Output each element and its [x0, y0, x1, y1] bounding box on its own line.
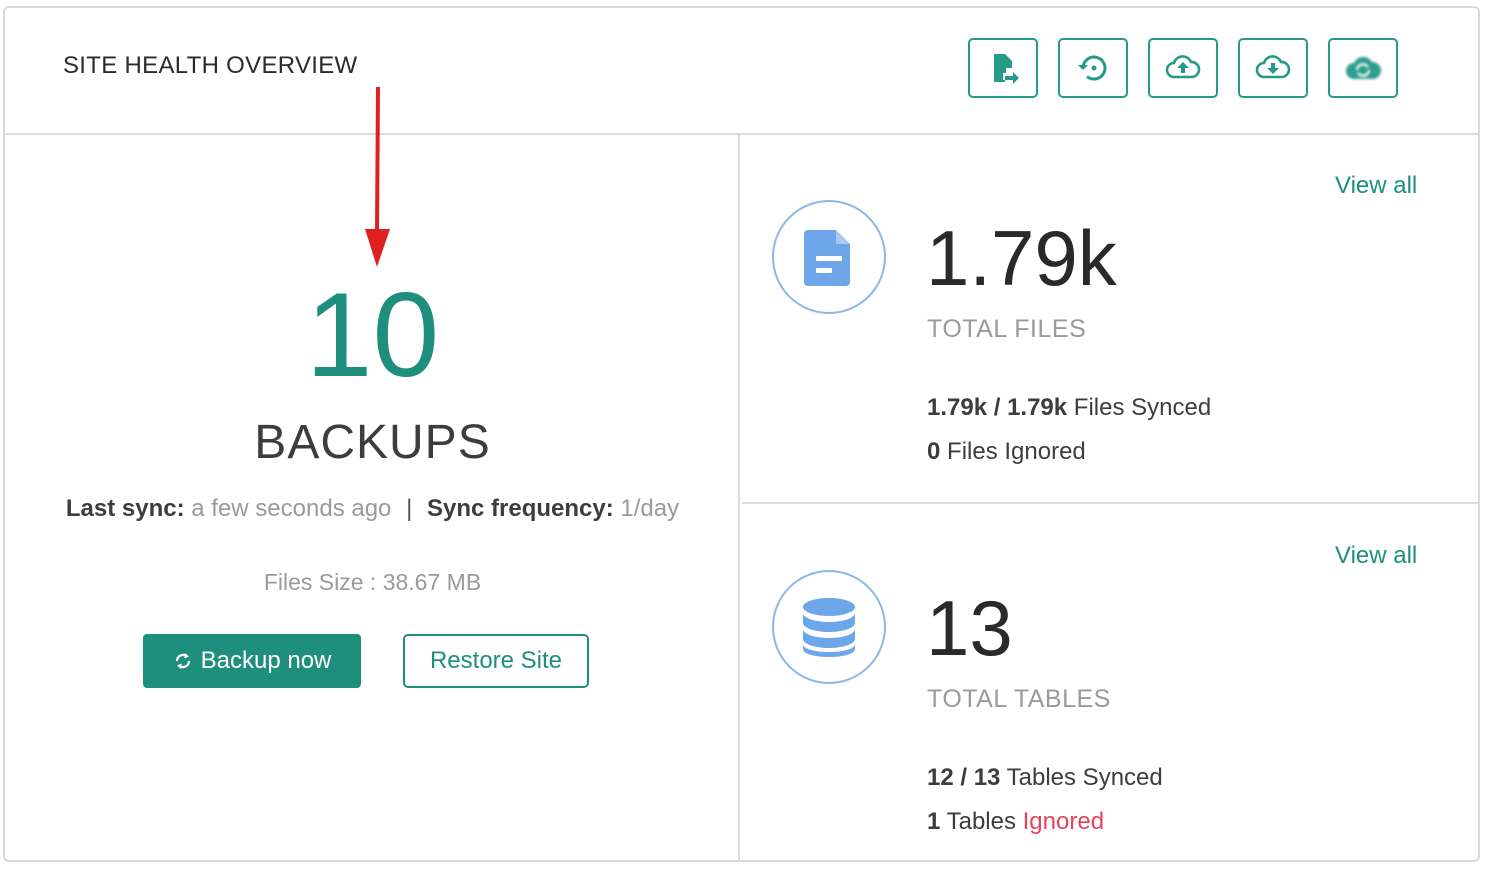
export-button[interactable] — [968, 38, 1038, 98]
annotation-arrow-icon — [365, 86, 390, 267]
files-synced-line: 1.79k / 1.79k Files Synced — [927, 394, 1211, 422]
tables-stat-panel: View all 13 TOTAL TABLES 12 / 13 Tables … — [742, 505, 1480, 860]
sync-info: Last sync: a few seconds ago | Sync freq… — [5, 495, 740, 523]
page-title: SITE HEALTH OVERVIEW — [63, 52, 358, 79]
cloud-sync-icon — [1346, 56, 1382, 79]
files-synced-count: 1.79k / 1.79k — [927, 394, 1068, 421]
tables-view-all-link[interactable]: View all — [1335, 542, 1417, 570]
backup-now-button[interactable]: Backup now — [143, 634, 361, 688]
card-header: SITE HEALTH OVERVIEW — [5, 8, 1478, 135]
tables-icon-circle — [772, 570, 886, 684]
cloud-download-icon — [1255, 55, 1291, 79]
restore-site-label: Restore Site — [429, 647, 563, 674]
sync-separator: | — [406, 495, 413, 522]
total-files-value: 1.79k — [926, 214, 1117, 302]
restore-site-button[interactable]: Restore Site — [403, 634, 589, 688]
file-export-icon — [994, 54, 1019, 84]
tables-synced-text: Tables Synced — [1006, 764, 1163, 791]
sync-frequency-value: 1/day — [620, 495, 680, 522]
files-size: Files Size : 38.67 MB — [263, 569, 482, 595]
cloud-download-button[interactable] — [1238, 38, 1308, 98]
tables-ignored-status: Ignored — [1022, 808, 1105, 835]
sync-frequency-label: Sync frequency: — [426, 495, 614, 522]
files-ignored-count: 0 — [927, 438, 941, 465]
backup-actions: Backup now Restore Site — [143, 634, 589, 688]
backups-panel: 10 BACKUPS Last sync: a few seconds ago … — [5, 86, 740, 860]
files-ignored-text: Files Ignored — [947, 438, 1086, 465]
files-ignored-line: 0 Files Ignored — [927, 438, 1086, 466]
cloud-upload-icon — [1165, 55, 1201, 79]
cloud-sync-button[interactable] — [1328, 38, 1398, 98]
toolbar — [968, 38, 1398, 98]
files-synced-text: Files Synced — [1073, 394, 1212, 421]
backup-now-label: Backup now — [200, 647, 332, 674]
files-stat-panel: View all 1.79k TOTAL FILES 1.79k / 1.79k… — [742, 135, 1480, 504]
tables-ignored-text: Tables — [946, 808, 1016, 835]
sync-icon — [175, 653, 190, 669]
backup-count: 10 — [305, 268, 440, 402]
file-icon — [804, 230, 850, 286]
site-health-card: SITE HEALTH OVERVIEW 10 BACKUPS Last syn… — [3, 6, 1480, 862]
files-view-all-link[interactable]: View all — [1335, 172, 1417, 200]
tables-synced-count: 12 / 13 — [927, 764, 1001, 791]
restore-history-button[interactable] — [1058, 38, 1128, 98]
backups-label: BACKUPS — [254, 416, 491, 469]
restore-history-icon — [1078, 55, 1107, 81]
tables-ignored-count: 1 — [927, 808, 941, 835]
total-tables-value: 13 — [926, 584, 1013, 672]
files-icon-circle — [772, 200, 886, 314]
total-files-label: TOTAL FILES — [927, 315, 1087, 343]
last-sync-value: a few seconds ago — [191, 495, 392, 522]
database-icon — [803, 598, 855, 657]
total-tables-label: TOTAL TABLES — [927, 685, 1111, 713]
last-sync-label: Last sync: — [65, 495, 185, 522]
tables-synced-line: 12 / 13 Tables Synced — [927, 764, 1163, 792]
tables-ignored-line: 1 Tables Ignored — [927, 808, 1104, 836]
cloud-upload-button[interactable] — [1148, 38, 1218, 98]
